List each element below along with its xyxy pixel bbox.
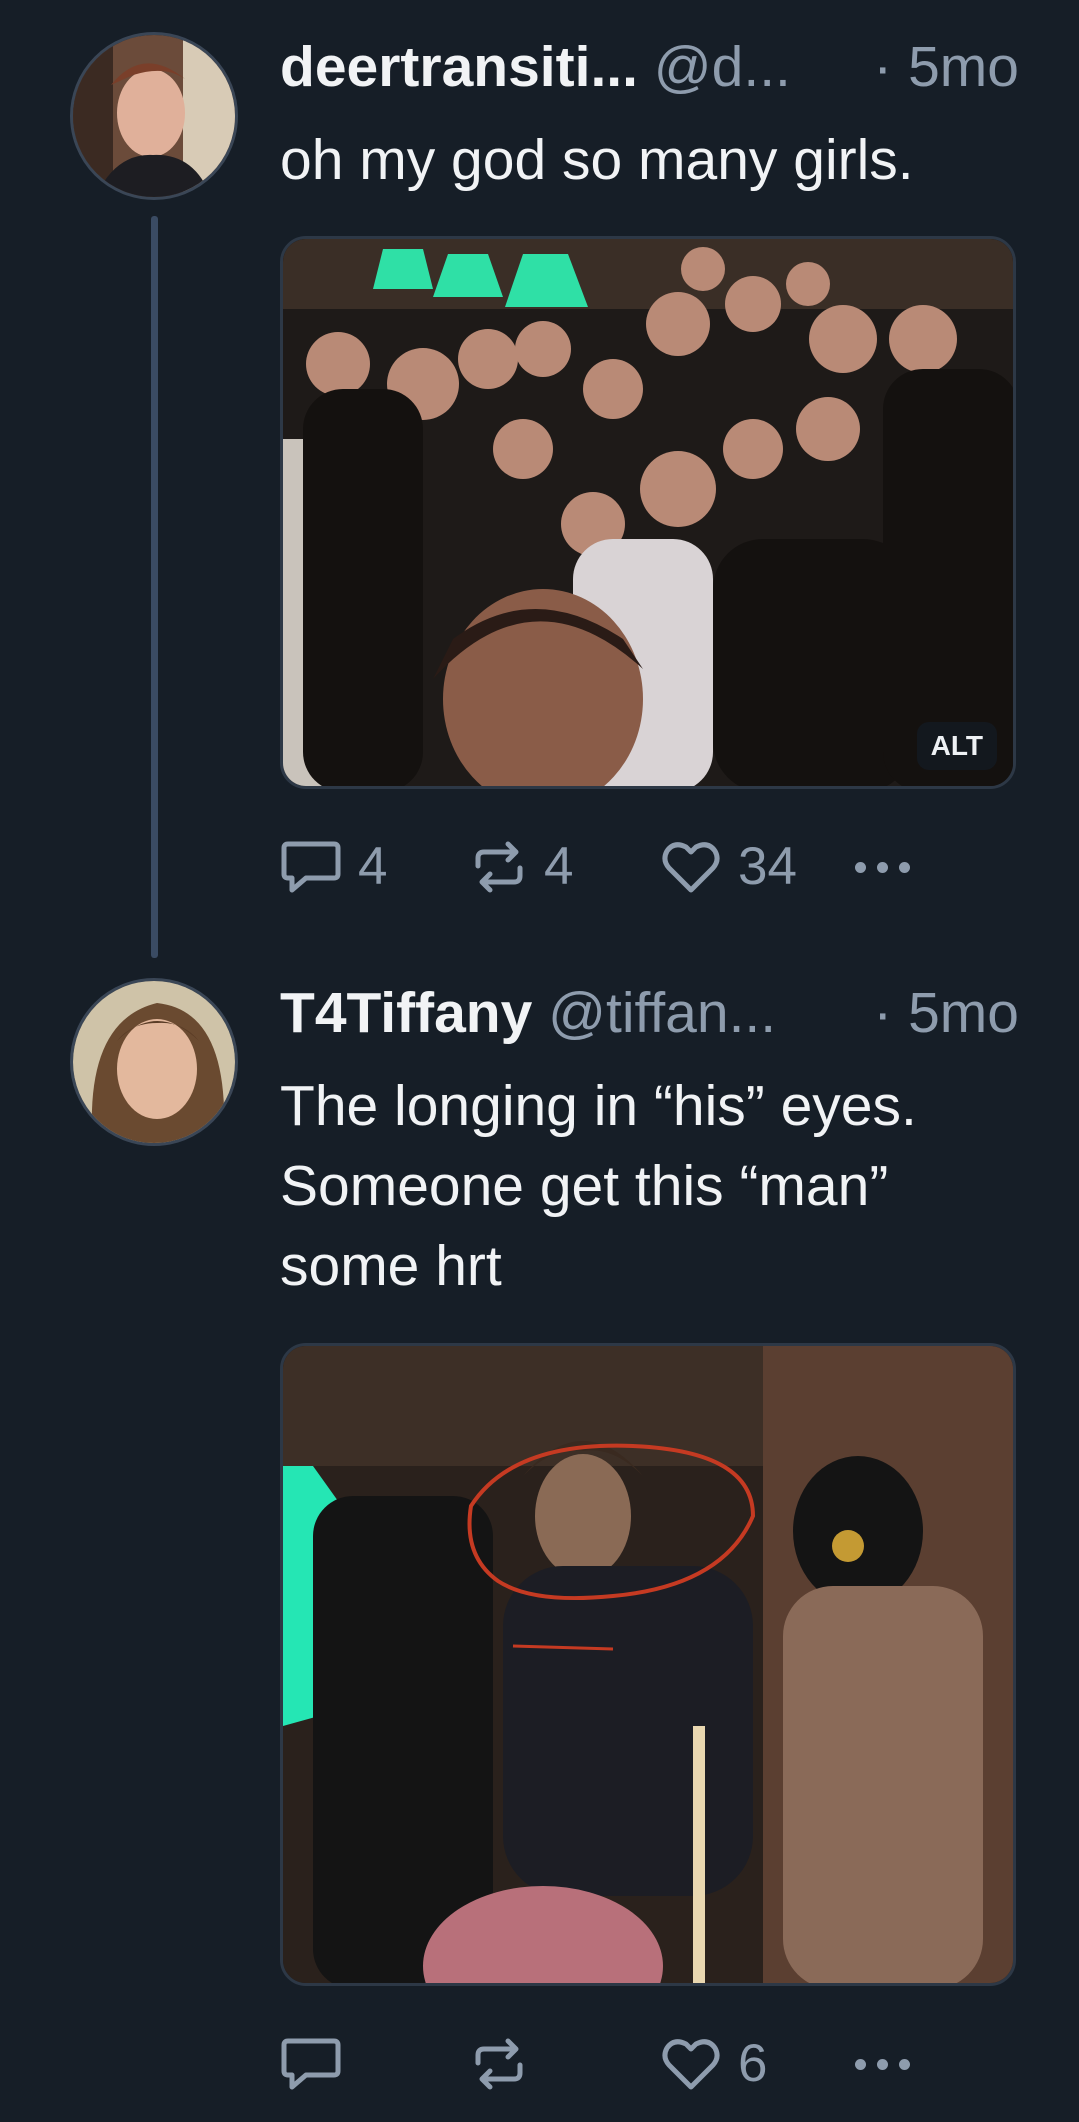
reply-button[interactable]: 4 bbox=[280, 832, 387, 902]
more-dot bbox=[899, 861, 910, 873]
more-dot bbox=[877, 861, 888, 873]
post-text: The longing in “his” eyes. Someone get t… bbox=[280, 1074, 917, 1298]
repost-button[interactable]: 4 bbox=[470, 832, 573, 902]
like-count: 34 bbox=[738, 837, 797, 896]
separator-dot: · bbox=[873, 981, 893, 1045]
author-handle[interactable]: @tiffan... bbox=[548, 981, 776, 1045]
author-avatar[interactable] bbox=[70, 978, 238, 1146]
heart-icon bbox=[662, 842, 720, 893]
alt-text-button[interactable]: ALT bbox=[916, 722, 997, 770]
repost-icon bbox=[475, 841, 523, 893]
photo-group-selfie-icon bbox=[283, 239, 1013, 786]
reply-icon bbox=[281, 841, 341, 893]
repost-icon bbox=[475, 2038, 523, 2090]
author-name[interactable]: deertransiti... bbox=[280, 35, 638, 99]
more-dot bbox=[877, 2058, 888, 2070]
more-dot bbox=[855, 861, 866, 873]
post-actions: 4 4 34 bbox=[280, 832, 1000, 902]
photo-circled-man-icon bbox=[283, 1346, 1013, 1983]
like-button[interactable]: 6 bbox=[660, 2029, 767, 2099]
post-time[interactable]: 5mo bbox=[908, 35, 1019, 99]
post-image[interactable] bbox=[280, 1343, 1016, 1986]
repost-count: 4 bbox=[544, 837, 574, 896]
post-header: deertransiti... @d... · 5mo bbox=[280, 32, 1019, 102]
post-text: oh my god so many girls. bbox=[280, 128, 914, 192]
author-handle[interactable]: @d... bbox=[654, 35, 791, 99]
post-time[interactable]: 5mo bbox=[908, 981, 1019, 1045]
heart-icon bbox=[662, 2039, 720, 2090]
reply-icon bbox=[281, 2038, 341, 2090]
repost-button[interactable] bbox=[470, 2029, 544, 2099]
more-options-button[interactable] bbox=[855, 832, 910, 902]
separator-dot: · bbox=[873, 35, 893, 99]
like-count: 6 bbox=[738, 2034, 768, 2093]
more-dot bbox=[899, 2058, 910, 2070]
post-image[interactable]: ALT bbox=[280, 236, 1016, 789]
author-name[interactable]: T4Tiffany bbox=[280, 981, 532, 1045]
reply-button[interactable] bbox=[280, 2029, 358, 2099]
post-header: T4Tiffany @tiffan... · 5mo bbox=[280, 978, 1019, 1048]
like-button[interactable]: 34 bbox=[660, 832, 797, 902]
more-options-button[interactable] bbox=[855, 2029, 910, 2099]
thread-line bbox=[151, 216, 158, 958]
reply-count: 4 bbox=[358, 837, 388, 896]
post-actions: 6 bbox=[280, 2029, 1000, 2099]
more-dot bbox=[855, 2058, 866, 2070]
author-avatar[interactable] bbox=[70, 32, 238, 200]
